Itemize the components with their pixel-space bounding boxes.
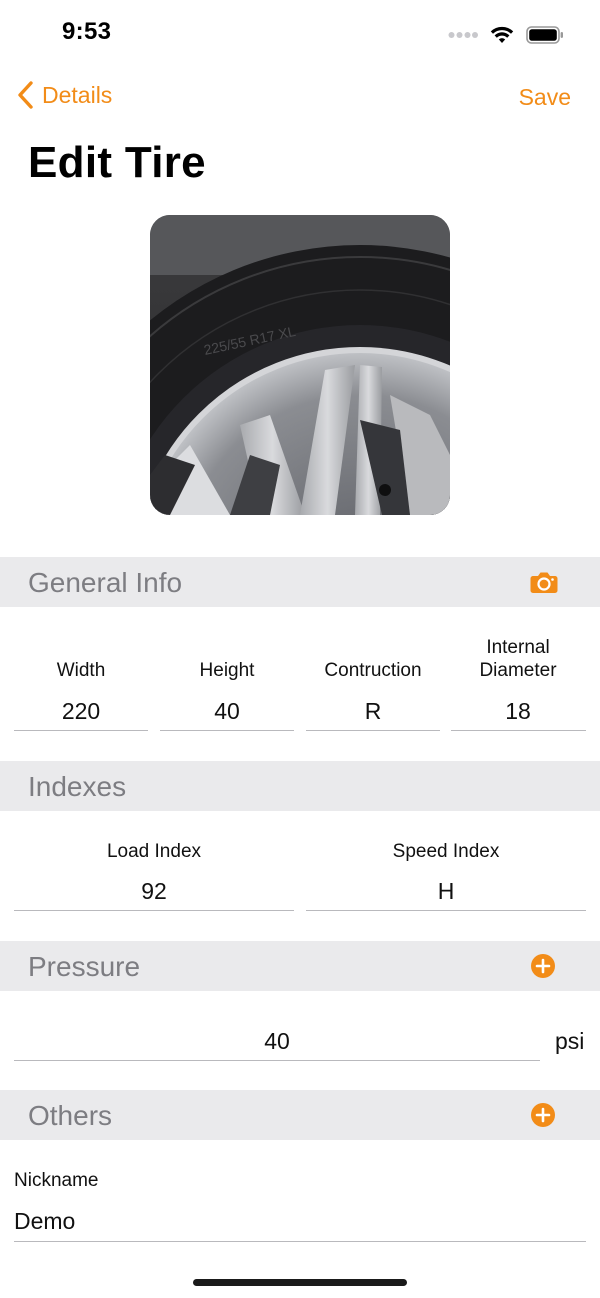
section-title: Others (28, 1100, 113, 1131)
nickname-label: Nickname (14, 1170, 99, 1191)
internal-diameter-label-line2: Diameter (479, 660, 557, 681)
section-title: Pressure (28, 951, 141, 982)
internal-diameter-label-line1: Internal (486, 637, 550, 658)
construction-label: Contruction (324, 660, 422, 681)
signal-dots-icon (448, 32, 478, 38)
save-button[interactable]: Save (519, 84, 571, 111)
construction-field[interactable]: R (306, 698, 440, 725)
status-icons (448, 22, 564, 48)
divider (14, 730, 148, 731)
add-pressure-icon[interactable] (530, 953, 556, 979)
divider (306, 730, 440, 731)
section-pressure: Pressure (0, 941, 600, 991)
chevron-left-icon (18, 81, 33, 109)
nickname-field[interactable]: Demo (14, 1208, 586, 1235)
height-field[interactable]: 40 (160, 698, 294, 725)
divider (14, 1241, 586, 1242)
battery-icon (526, 26, 563, 44)
section-others: Others (0, 1090, 600, 1140)
load-index-field[interactable]: 92 (14, 878, 294, 905)
pressure-field[interactable]: 40 (14, 1028, 540, 1055)
section-indexes: Indexes (0, 761, 600, 811)
back-button-label: Details (42, 81, 113, 108)
section-title: Indexes (28, 771, 127, 802)
speed-index-field[interactable]: H (306, 878, 586, 905)
internal-diameter-label: Internal Diameter (451, 636, 585, 682)
tire-image: 225/55 R17 XL (150, 215, 450, 515)
back-button[interactable]: Details (16, 80, 112, 110)
divider (160, 730, 294, 731)
internal-diameter-field[interactable]: 18 (451, 698, 585, 725)
status-time: 9:53 (62, 18, 112, 45)
home-indicator[interactable] (193, 1279, 407, 1286)
load-index-label: Load Index (106, 841, 202, 862)
add-other-icon[interactable] (530, 1102, 556, 1128)
divider (451, 730, 586, 731)
divider (306, 910, 586, 911)
speed-index-label: Speed Index (392, 841, 500, 862)
section-general-info: General Info (0, 557, 600, 607)
width-field[interactable]: 220 (14, 698, 148, 725)
section-title: General Info (28, 567, 183, 598)
tire-photo[interactable]: 225/55 R17 XL (150, 215, 450, 515)
camera-icon[interactable] (530, 570, 558, 594)
page-title: Edit Tire (28, 138, 206, 187)
height-label: Height (199, 660, 255, 681)
width-label: Width (56, 660, 106, 681)
pressure-unit: psi (555, 1028, 585, 1054)
divider (14, 910, 294, 911)
wifi-icon (490, 26, 514, 43)
divider (14, 1060, 540, 1061)
